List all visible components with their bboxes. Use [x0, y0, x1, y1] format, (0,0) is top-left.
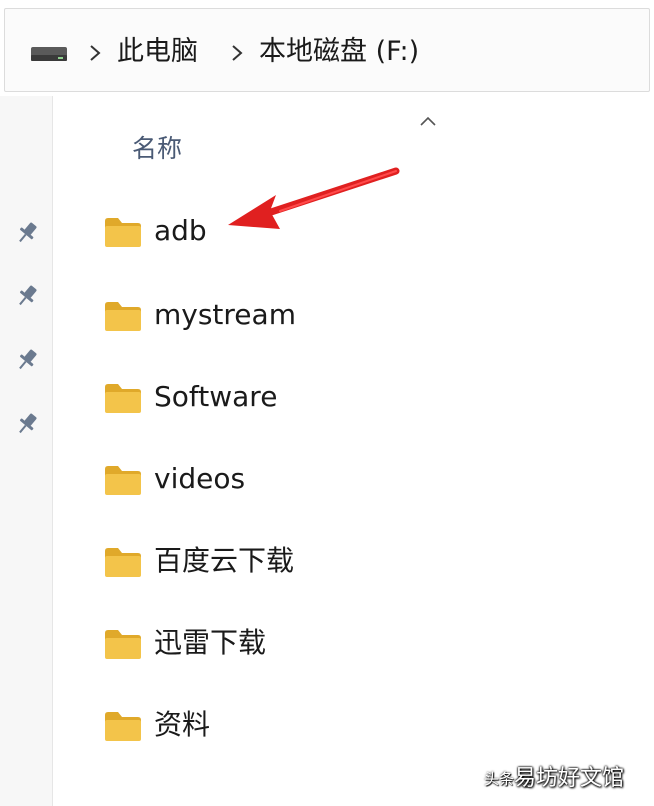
folder-icon — [105, 712, 141, 741]
folder-row-videos[interactable]: videos — [96, 448, 516, 510]
folder-name: 资料 — [154, 708, 211, 741]
chevron-right-icon[interactable] — [85, 38, 105, 68]
folder-icon — [105, 384, 141, 413]
breadcrumb-local-disk[interactable]: 本地磁盘 (F:) — [259, 35, 419, 69]
folder-icon — [105, 548, 141, 577]
folder-name: 百度云下载 — [154, 544, 295, 577]
folder-icon — [105, 218, 141, 247]
folder-icon — [105, 302, 141, 331]
folder-name: 迅雷下载 — [154, 626, 267, 659]
quick-access-sidebar — [0, 96, 53, 806]
drive-icon — [31, 47, 67, 61]
pin-icon[interactable] — [14, 220, 40, 246]
breadcrumb-this-pc[interactable]: 此电脑 — [117, 35, 198, 69]
pin-icon[interactable] — [14, 283, 40, 309]
folder-icon — [105, 630, 141, 659]
watermark: 易坊好文馆 — [514, 766, 625, 791]
chevron-right-icon[interactable] — [227, 38, 247, 68]
folder-icon — [105, 466, 141, 495]
folder-row-baiduyun[interactable]: 百度云下载 — [96, 530, 516, 592]
folder-row-software[interactable]: Software — [96, 366, 516, 428]
address-bar[interactable]: 此电脑 本地磁盘 (F:) — [4, 8, 650, 92]
folder-name: videos — [154, 462, 246, 495]
folder-row-ziliao[interactable]: 资料 — [96, 694, 516, 756]
column-header-name[interactable]: 名称 — [132, 132, 182, 166]
pin-icon[interactable] — [14, 347, 40, 373]
red-arrow-icon — [228, 167, 400, 229]
chevron-up-icon[interactable] — [417, 114, 439, 128]
pin-icon[interactable] — [14, 411, 40, 437]
folder-row-xunlei[interactable]: 迅雷下载 — [96, 612, 516, 674]
folder-name: Software — [154, 380, 278, 413]
folder-name: mystream — [154, 298, 296, 331]
folder-name: adb — [154, 214, 207, 247]
folder-row-mystream[interactable]: mystream — [96, 284, 516, 346]
